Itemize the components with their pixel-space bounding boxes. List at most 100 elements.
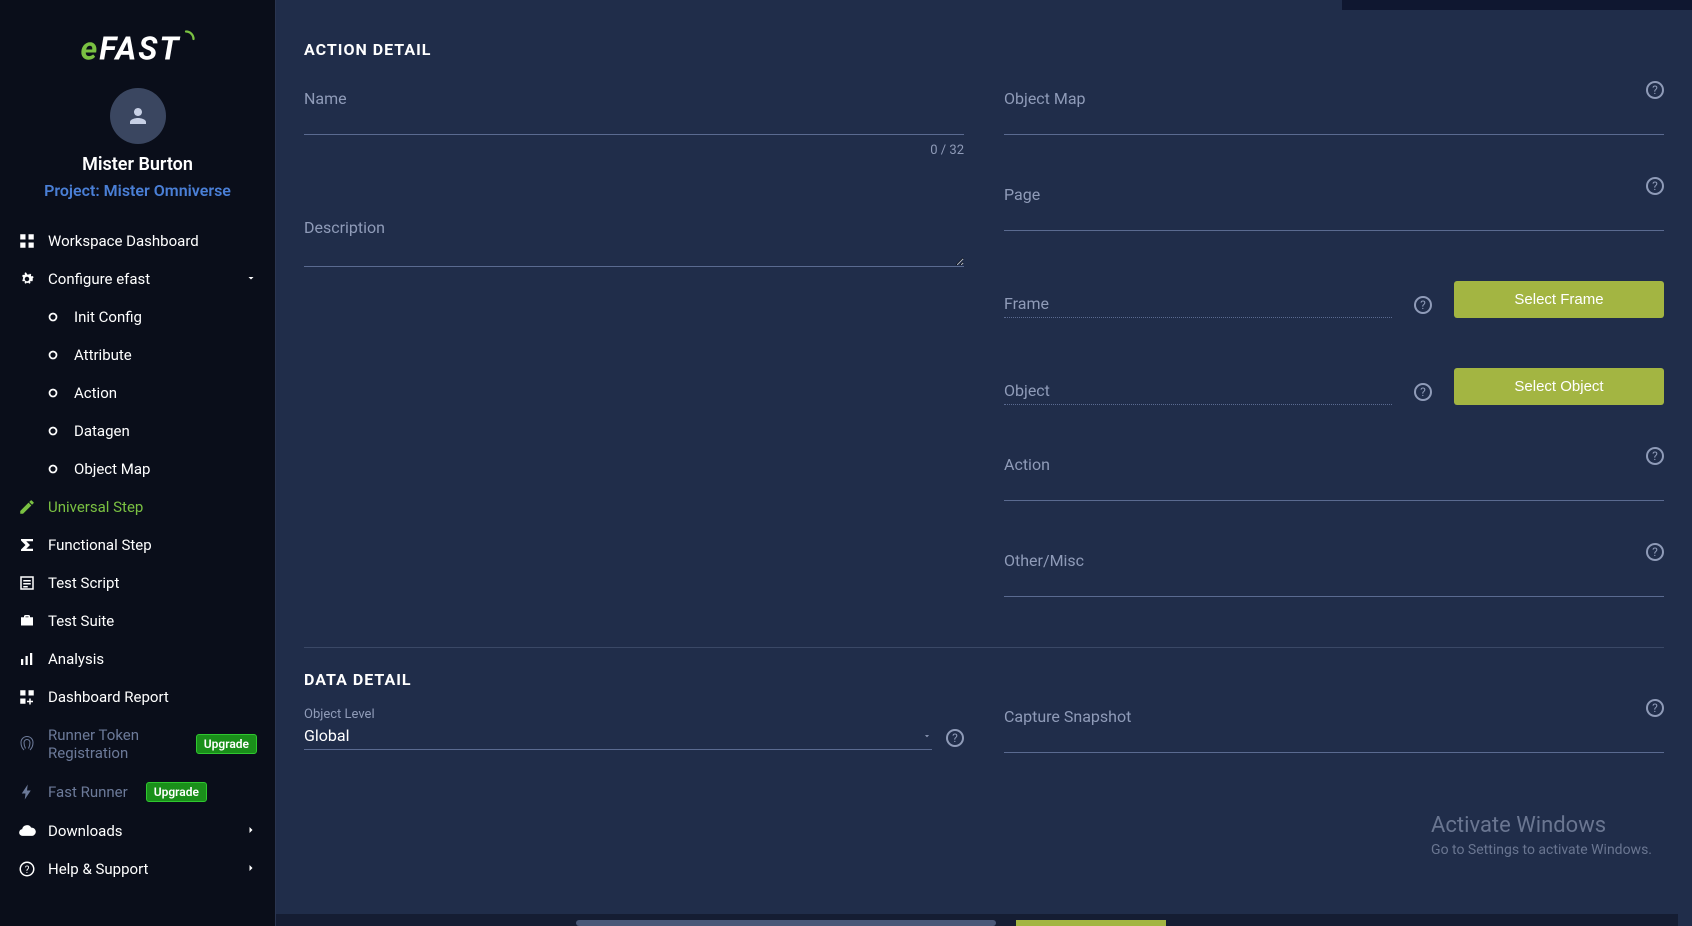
select-object-button[interactable]: Select Object	[1454, 368, 1664, 405]
briefcase-icon	[18, 612, 36, 630]
scrollbar-accent	[1016, 920, 1166, 926]
description-field: Description	[304, 218, 964, 271]
form-left-column: Name 0 / 32 Description	[304, 89, 964, 597]
windows-activation-watermark: Activate Windows Go to Settings to activ…	[1431, 813, 1652, 858]
sidebar-item-runner-token[interactable]: Runner Token Registration Upgrade	[0, 716, 275, 772]
pagination-remnant	[1342, 0, 1692, 10]
sidebar: eFAST Mister Burton Project: Mister Omni…	[0, 0, 276, 926]
sidebar-item-label: Workspace Dashboard	[48, 232, 199, 250]
capture-snapshot-input[interactable]	[1004, 728, 1664, 753]
capture-snapshot-field: ? Capture Snapshot	[1004, 707, 1664, 753]
sidebar-item-object-map[interactable]: Object Map	[0, 450, 275, 488]
sidebar-item-label: Init Config	[74, 308, 142, 326]
dashboard-icon	[18, 232, 36, 250]
sidebar-item-init-config[interactable]: Init Config	[0, 298, 275, 336]
circle-icon	[44, 422, 62, 440]
list-icon	[18, 574, 36, 592]
other-misc-field: ? Other/Misc	[1004, 551, 1664, 597]
username-label: Mister Burton	[0, 154, 275, 175]
sidebar-item-downloads[interactable]: Downloads	[0, 812, 275, 850]
sidebar-item-label: Runner Token Registration	[48, 726, 178, 762]
upgrade-badge[interactable]: Upgrade	[146, 782, 207, 802]
sidebar-item-label: Help & Support	[48, 860, 148, 878]
action-detail-form: Name 0 / 32 Description ? Object Map ?	[304, 89, 1664, 597]
dashboard-plus-icon	[18, 688, 36, 706]
frame-row: Frame ? Select Frame	[1004, 281, 1664, 318]
sidebar-item-universal-step[interactable]: Universal Step	[0, 488, 275, 526]
watermark-line2: Go to Settings to activate Windows.	[1431, 842, 1652, 858]
sidebar-item-test-suite[interactable]: Test Suite	[0, 602, 275, 640]
circle-icon	[44, 308, 62, 326]
sidebar-item-label: Universal Step	[48, 498, 143, 516]
logo-accent-icon	[177, 18, 195, 56]
help-icon[interactable]: ?	[1646, 699, 1664, 717]
object-level-label: Object Level	[304, 707, 964, 722]
data-detail-form: Object Level Global ? ? Capture Snapshot	[304, 707, 1664, 753]
sidebar-item-label: Configure efast	[48, 270, 150, 288]
sidebar-item-label: Analysis	[48, 650, 104, 668]
object-map-field: ? Object Map	[1004, 89, 1664, 135]
sidebar-item-workspace-dashboard[interactable]: Workspace Dashboard	[0, 222, 275, 260]
sidebar-item-dashboard-report[interactable]: Dashboard Report	[0, 678, 275, 716]
help-icon[interactable]: ?	[1646, 177, 1664, 195]
other-misc-label: Other/Misc	[1004, 551, 1664, 570]
page-label: Page	[1004, 185, 1664, 204]
action-detail-title: ACTION DETAIL	[304, 40, 1664, 59]
sidebar-item-configure-efast[interactable]: Configure efast	[0, 260, 275, 298]
sidebar-item-datagen[interactable]: Datagen	[0, 412, 275, 450]
object-level-field: Object Level Global ?	[304, 707, 964, 753]
sidebar-item-functional-step[interactable]: Functional Step	[0, 526, 275, 564]
object-input[interactable]	[1004, 404, 1392, 405]
scrollbar-thumb[interactable]	[576, 920, 996, 926]
help-icon[interactable]: ?	[946, 729, 964, 747]
sigma-icon	[18, 536, 36, 554]
help-icon[interactable]: ?	[1414, 296, 1432, 314]
person-icon	[126, 104, 150, 128]
logo-e: e	[80, 30, 99, 68]
help-icon: ?	[18, 860, 36, 878]
section-divider	[304, 647, 1664, 648]
bolt-icon	[18, 783, 36, 801]
object-map-input[interactable]	[1004, 110, 1664, 135]
cloud-download-icon	[18, 822, 36, 840]
sidebar-item-help-support[interactable]: ? Help & Support	[0, 850, 275, 888]
sidebar-item-label: Test Script	[48, 574, 119, 592]
object-level-select[interactable]: Global	[304, 726, 932, 750]
frame-input[interactable]	[1004, 317, 1392, 318]
edit-icon	[18, 498, 36, 516]
horizontal-scrollbar[interactable]	[276, 914, 1678, 926]
sidebar-item-label: Attribute	[74, 346, 132, 364]
sidebar-item-label: Downloads	[48, 822, 123, 840]
help-icon[interactable]: ?	[1646, 447, 1664, 465]
help-icon[interactable]: ?	[1414, 383, 1432, 401]
sidebar-item-action[interactable]: Action	[0, 374, 275, 412]
frame-field: Frame	[1004, 294, 1392, 318]
sidebar-item-analysis[interactable]: Analysis	[0, 640, 275, 678]
object-row: Object ? Select Object	[1004, 368, 1664, 405]
help-icon[interactable]: ?	[1646, 543, 1664, 561]
name-counter: 0 / 32	[304, 143, 964, 158]
svg-text:?: ?	[25, 864, 30, 875]
other-misc-input[interactable]	[1004, 572, 1664, 597]
caret-down-icon	[922, 726, 932, 745]
main-content: ACTION DETAIL Name 0 / 32 Description ? …	[276, 0, 1692, 926]
chart-icon	[18, 650, 36, 668]
data-detail-title: DATA DETAIL	[304, 670, 1664, 689]
select-frame-button[interactable]: Select Frame	[1454, 281, 1664, 318]
content-area: ACTION DETAIL Name 0 / 32 Description ? …	[276, 0, 1692, 773]
sidebar-item-label: Functional Step	[48, 536, 152, 554]
description-input[interactable]	[304, 239, 964, 267]
action-label: Action	[1004, 455, 1664, 474]
action-input[interactable]	[1004, 476, 1664, 501]
frame-label: Frame	[1004, 294, 1392, 313]
upgrade-badge[interactable]: Upgrade	[196, 734, 257, 754]
page-input[interactable]	[1004, 206, 1664, 231]
sidebar-item-label: Object Map	[74, 460, 150, 478]
sidebar-item-label: Test Suite	[48, 612, 114, 630]
sidebar-item-fast-runner[interactable]: Fast Runner Upgrade	[0, 772, 275, 812]
sidebar-item-attribute[interactable]: Attribute	[0, 336, 275, 374]
user-avatar[interactable]	[110, 88, 166, 144]
sidebar-item-test-script[interactable]: Test Script	[0, 564, 275, 602]
name-input[interactable]	[304, 110, 964, 135]
help-icon[interactable]: ?	[1646, 81, 1664, 99]
